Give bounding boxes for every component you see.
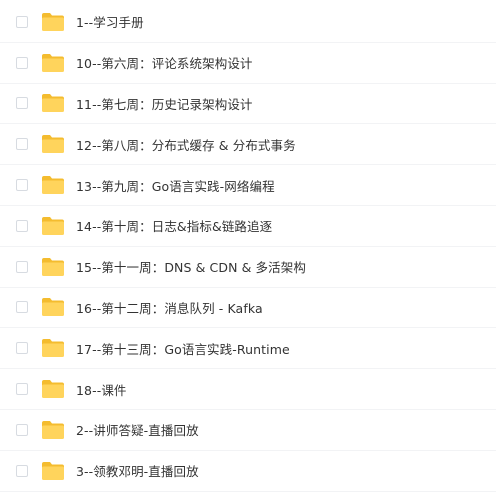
item-label[interactable]: 13--第九周：Go语言实践-网络编程 (76, 176, 275, 195)
file-list: 1--学习手册 10--第六周：评论系统架构设计 11--第七周：历史记录架构设… (0, 0, 496, 492)
item-label[interactable]: 10--第六周：评论系统架构设计 (76, 53, 253, 72)
item-label[interactable]: 3--领教邓明-直播回放 (76, 461, 199, 480)
folder-icon (41, 175, 65, 195)
folder-icon (41, 134, 65, 154)
list-item[interactable]: 17--第十三周：Go语言实践-Runtime (0, 328, 496, 370)
list-item[interactable]: 14--第十周：日志&指标&链路追逐 (0, 206, 496, 247)
folder-icon (41, 461, 65, 481)
row-checkbox[interactable] (16, 97, 28, 110)
folder-icon (41, 297, 65, 317)
list-item[interactable]: 11--第七周：历史记录架构设计 (0, 84, 496, 125)
list-item[interactable]: 3--领教邓明-直播回放 (0, 451, 496, 492)
list-item[interactable]: 1--学习手册 (0, 2, 496, 43)
row-checkbox[interactable] (16, 179, 28, 192)
row-checkbox[interactable] (16, 301, 28, 314)
row-checkbox[interactable] (16, 464, 28, 477)
row-checkbox[interactable] (16, 342, 28, 355)
list-item[interactable]: 12--第八周：分布式缓存 & 分布式事务 (0, 124, 496, 166)
item-label[interactable]: 16--第十二周：消息队列 - Kafka (76, 298, 263, 317)
item-label[interactable]: 15--第十一周：DNS & CDN & 多活架构 (76, 257, 306, 276)
item-label[interactable]: 14--第十周：日志&指标&链路追逐 (76, 216, 272, 235)
item-label[interactable]: 11--第七周：历史记录架构设计 (76, 94, 253, 113)
row-checkbox[interactable] (16, 383, 28, 396)
row-checkbox[interactable] (16, 219, 28, 232)
folder-icon (41, 216, 65, 236)
row-checkbox[interactable] (16, 15, 28, 28)
folder-icon (41, 12, 65, 32)
item-label[interactable]: 17--第十三周：Go语言实践-Runtime (76, 339, 290, 358)
item-label[interactable]: 12--第八周：分布式缓存 & 分布式事务 (76, 135, 296, 154)
list-item[interactable]: 10--第六周：评论系统架构设计 (0, 43, 496, 84)
item-label[interactable]: 18--课件 (76, 380, 127, 399)
row-checkbox[interactable] (16, 260, 28, 273)
folder-icon (41, 53, 65, 73)
folder-icon (41, 93, 65, 113)
folder-icon (41, 379, 65, 399)
folder-icon (41, 257, 65, 277)
row-checkbox[interactable] (16, 56, 28, 69)
list-item[interactable]: 18--课件 (0, 369, 496, 410)
folder-icon (41, 420, 65, 440)
folder-icon (41, 338, 65, 358)
list-item[interactable]: 2--讲师答疑-直播回放 (0, 410, 496, 451)
list-item[interactable]: 13--第九周：Go语言实践-网络编程 (0, 165, 496, 206)
row-checkbox[interactable] (16, 138, 28, 151)
row-checkbox[interactable] (16, 423, 28, 436)
list-item[interactable]: 15--第十一周：DNS & CDN & 多活架构 (0, 247, 496, 288)
item-label[interactable]: 2--讲师答疑-直播回放 (76, 420, 199, 439)
item-label[interactable]: 1--学习手册 (76, 12, 144, 31)
list-item[interactable]: 16--第十二周：消息队列 - Kafka (0, 288, 496, 329)
